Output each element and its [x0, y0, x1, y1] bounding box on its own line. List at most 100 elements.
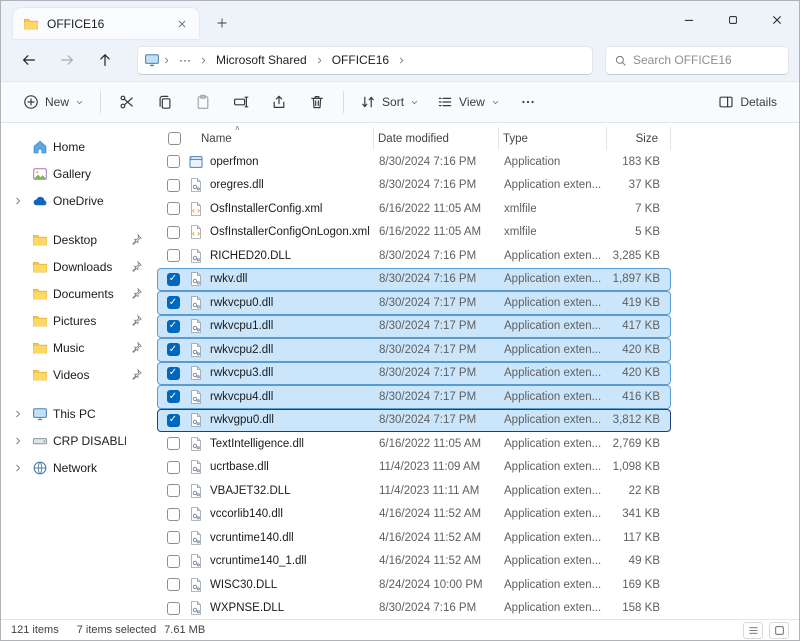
breadcrumb-segment-microsoft-shared[interactable]: Microsoft Shared [210, 50, 313, 70]
view-button[interactable]: View [429, 86, 508, 118]
table-row[interactable]: rwkvcpu4.dll 8/30/2024 7:17 PM Applicati… [157, 385, 671, 409]
file-rows: operfmon 8/30/2024 7:16 PM Application 1… [151, 150, 799, 620]
sidebar-item-icon [31, 340, 49, 356]
table-row[interactable]: vcruntime140.dll 4/16/2024 11:52 AM Appl… [157, 526, 671, 550]
table-row[interactable]: OsfInstallerConfig.xml 6/16/2022 11:05 A… [157, 197, 671, 221]
copy-button[interactable] [147, 86, 183, 118]
table-row[interactable]: OsfInstallerConfigOnLogon.xml 6/16/2022 … [157, 221, 671, 245]
sidebar-item-pictures[interactable]: Pictures [5, 307, 147, 334]
row-checkbox[interactable] [167, 508, 180, 521]
row-checkbox[interactable] [167, 320, 180, 333]
tab-close-icon[interactable] [173, 15, 191, 33]
cut-button[interactable] [109, 86, 145, 118]
sidebar-item-documents[interactable]: Documents [5, 280, 147, 307]
table-row[interactable]: WXPNSE.DLL 8/30/2024 7:16 PM Application… [157, 597, 671, 621]
sidebar-item-videos[interactable]: Videos [5, 361, 147, 388]
sidebar-item-crp-disabld-d[interactable]: CRP DISABLD (D:) [5, 427, 147, 454]
table-row[interactable]: operfmon 8/30/2024 7:16 PM Application 1… [157, 150, 671, 174]
table-row[interactable]: RICHED20.DLL 8/30/2024 7:16 PM Applicati… [157, 244, 671, 268]
pin-icon [130, 233, 143, 246]
row-checkbox[interactable] [167, 367, 180, 380]
row-checkbox[interactable] [167, 531, 180, 544]
breadcrumb-segment-office16[interactable]: OFFICE16 [326, 50, 395, 70]
table-row[interactable]: vccorlib140.dll 4/16/2024 11:52 AM Appli… [157, 503, 671, 527]
table-row[interactable]: rwkv.dll 8/30/2024 7:16 PM Application e… [157, 268, 671, 292]
expand-chevron-icon[interactable] [13, 463, 27, 473]
expand-chevron-icon[interactable] [13, 196, 27, 206]
row-checkbox[interactable] [167, 437, 180, 450]
row-checkbox[interactable] [167, 414, 180, 427]
sidebar-item-onedrive[interactable]: OneDrive [5, 187, 147, 214]
table-row[interactable]: rwkvcpu2.dll 8/30/2024 7:17 PM Applicati… [157, 338, 671, 362]
row-checkbox[interactable] [167, 155, 180, 168]
details-button[interactable]: Details [710, 86, 785, 118]
expand-chevron-icon[interactable] [13, 436, 27, 446]
table-row[interactable]: rwkvcpu0.dll 8/30/2024 7:17 PM Applicati… [157, 291, 671, 315]
new-button[interactable]: New [15, 86, 92, 118]
file-icon [188, 506, 204, 522]
maximize-button[interactable] [711, 1, 755, 39]
table-row[interactable]: rwkvgpu0.dll 8/30/2024 7:17 PM Applicati… [157, 409, 671, 433]
file-date-modified: 6/16/2022 11:05 AM [375, 203, 500, 215]
row-checkbox[interactable] [167, 179, 180, 192]
column-header-type[interactable]: Type [499, 127, 607, 150]
table-row[interactable]: VBAJET32.DLL 11/4/2023 11:11 AM Applicat… [157, 479, 671, 503]
sidebar-item-downloads[interactable]: Downloads [5, 253, 147, 280]
thumbnail-view-toggle-icon[interactable] [769, 622, 789, 639]
table-row[interactable]: rwkvcpu1.dll 8/30/2024 7:17 PM Applicati… [157, 315, 671, 339]
row-checkbox[interactable] [167, 578, 180, 591]
sidebar-item-this-pc[interactable]: This PC [5, 400, 147, 427]
row-checkbox[interactable] [167, 484, 180, 497]
row-checkbox[interactable] [167, 249, 180, 262]
file-icon [188, 600, 204, 616]
row-checkbox[interactable] [167, 555, 180, 568]
table-row[interactable]: vcruntime140_1.dll 4/16/2024 11:52 AM Ap… [157, 550, 671, 574]
table-row[interactable]: TextIntelligence.dll 6/16/2022 11:05 AM … [157, 432, 671, 456]
row-checkbox[interactable] [167, 273, 180, 286]
back-button[interactable] [13, 45, 45, 75]
rename-button[interactable] [223, 86, 259, 118]
details-view-toggle-icon[interactable] [743, 622, 763, 639]
file-date-modified: 8/30/2024 7:17 PM [375, 297, 500, 309]
row-checkbox[interactable] [167, 461, 180, 474]
search-input[interactable] [633, 53, 780, 67]
sidebar-item-gallery[interactable]: Gallery [5, 160, 147, 187]
sidebar-item-home[interactable]: Home [5, 133, 147, 160]
new-tab-button[interactable] [209, 10, 235, 36]
pin-icon [130, 314, 143, 327]
select-all-checkbox[interactable] [157, 127, 187, 150]
row-checkbox[interactable] [167, 226, 180, 239]
up-button[interactable] [89, 45, 121, 75]
address-bar[interactable]: ··· Microsoft Shared OFFICE16 [137, 46, 593, 75]
file-name: VBAJET32.DLL [210, 485, 375, 497]
row-checkbox[interactable] [167, 202, 180, 215]
table-row[interactable]: WISC30.DLL 8/24/2024 10:00 PM Applicatio… [157, 573, 671, 597]
paste-button[interactable] [185, 86, 221, 118]
forward-button[interactable] [51, 45, 83, 75]
share-button[interactable] [261, 86, 297, 118]
explorer-tab[interactable]: OFFICE16 [13, 8, 199, 39]
row-checkbox[interactable] [167, 602, 180, 615]
table-row[interactable]: rwkvcpu3.dll 8/30/2024 7:17 PM Applicati… [157, 362, 671, 386]
column-header-date-modified[interactable]: Date modified [374, 127, 499, 150]
delete-button[interactable] [299, 86, 335, 118]
sort-button[interactable]: Sort [352, 86, 427, 118]
row-checkbox[interactable] [167, 343, 180, 356]
close-button[interactable] [755, 1, 799, 39]
column-header-name[interactable]: ˄ Name [187, 127, 374, 150]
file-type: Application exten... [500, 344, 608, 356]
sidebar-item-music[interactable]: Music [5, 334, 147, 361]
table-row[interactable]: oregres.dll 8/30/2024 7:16 PM Applicatio… [157, 174, 671, 198]
new-button-label: New [45, 95, 69, 109]
expand-chevron-icon[interactable] [13, 409, 27, 419]
column-header-size[interactable]: Size [607, 127, 671, 150]
sidebar-item-desktop[interactable]: Desktop [5, 226, 147, 253]
file-date-modified: 8/30/2024 7:16 PM [375, 179, 500, 191]
row-checkbox[interactable] [167, 390, 180, 403]
minimize-button[interactable] [667, 1, 711, 39]
table-row[interactable]: ucrtbase.dll 11/4/2023 11:09 AM Applicat… [157, 456, 671, 480]
row-checkbox[interactable] [167, 296, 180, 309]
sidebar-item-network[interactable]: Network [5, 454, 147, 481]
more-options-button[interactable] [510, 86, 546, 118]
breadcrumb-ellipsis[interactable]: ··· [173, 50, 197, 70]
